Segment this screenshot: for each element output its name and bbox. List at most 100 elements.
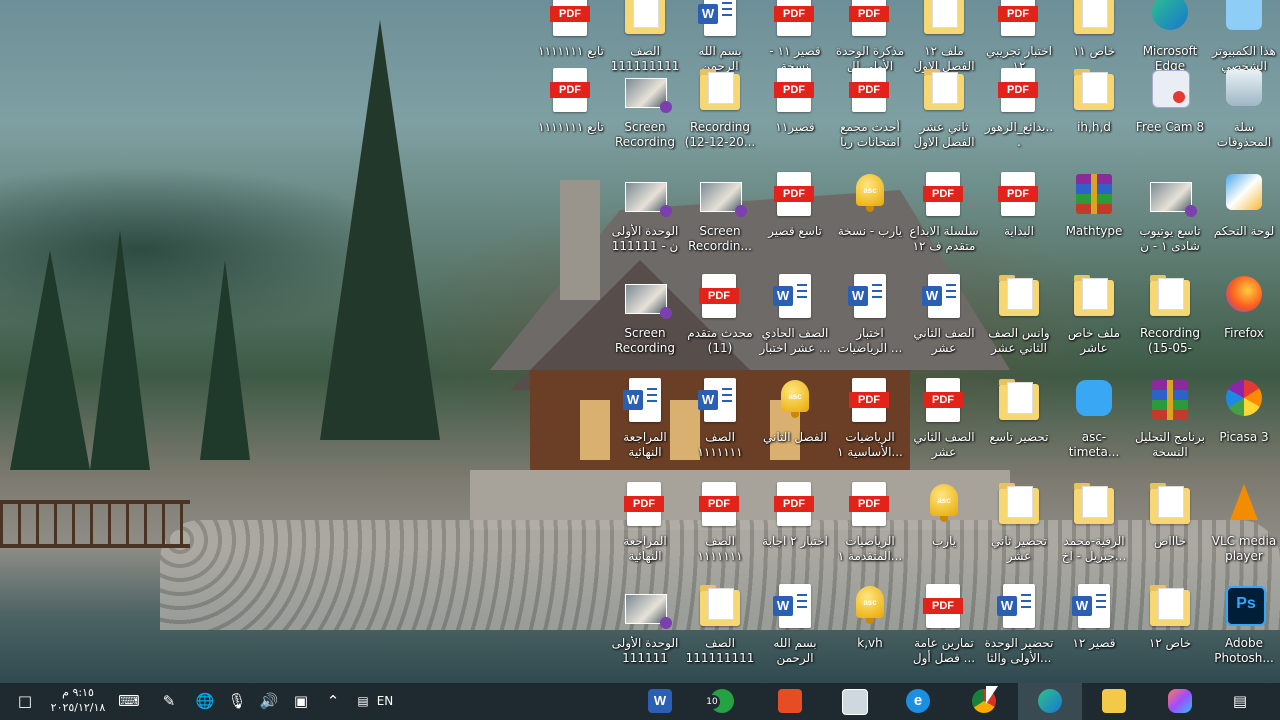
desktop-icon-c3r3[interactable]: ملف خاص عاشر — [1058, 270, 1130, 370]
pdf-icon: PDF — [699, 482, 740, 530]
word-icon: W — [623, 378, 665, 426]
globe-icon[interactable]: 🌐 — [192, 683, 218, 720]
keyboard-icon[interactable]: ⌨ — [116, 683, 142, 720]
desktop-icon-c2r5[interactable]: خاااص — [1134, 478, 1206, 578]
desktop-icon-c7r3[interactable]: W الصف الحادي عشر اختبار ... — [759, 270, 831, 370]
desktop-icon-c8r1[interactable]: Recording (12-12-20... — [684, 64, 756, 164]
whatsapp-badge: 10 — [704, 695, 720, 709]
desktop-icon-c3r6[interactable]: W قصير ١٢ — [1058, 580, 1130, 680]
chevron-up-icon[interactable]: ⌃ — [320, 683, 346, 720]
video-icon — [625, 68, 672, 116]
notification-icon[interactable]: □ — [10, 683, 40, 720]
folder-icon — [1074, 274, 1114, 322]
desktop-icon-c9r4[interactable]: W المراجعة النهائية — [609, 374, 681, 474]
desktop-icon-c3r4[interactable]: asc-timeta... — [1058, 374, 1130, 474]
desktop-icon-c6r5[interactable]: PDF الرياضيات المتقدمة ١... — [834, 478, 906, 578]
desktop-icon-c4r1[interactable]: PDF بدائع_الزهور... — [983, 64, 1055, 164]
pdf-icon: PDF — [550, 68, 591, 116]
desktop-icon-c5r1[interactable]: ثاني عشر الفصل الاول — [908, 64, 980, 164]
desktop-icon-label: تابع ١١١١١١١ — [538, 120, 604, 134]
desktop-icon-c4r2[interactable]: PDF البداية — [983, 168, 1055, 268]
desktop-icon-c1r2[interactable]: لوحة التحكم — [1208, 168, 1280, 268]
desktop-icon-c1r4[interactable]: Picasa 3 — [1208, 374, 1280, 474]
desktop-icon-c4r4[interactable]: تحضير تاسع — [983, 374, 1055, 474]
desktop-icon-c2r4[interactable]: برنامج التحليل النسخة الأخيرة — [1134, 374, 1206, 474]
desktop-icon-c6r1[interactable]: PDF أحدث مجمع امتحانات ريا ... — [834, 64, 906, 164]
desktop[interactable]: هذا الكمبيوتر الشخصي سلة المحذوفات لوحة ال… — [0, 0, 1280, 683]
desktop-icon-c5r5[interactable]: asc يارب — [908, 478, 980, 578]
desktop-icon-label: ثاني عشر الفصل الاول — [913, 120, 975, 149]
desktop-icon-c8r3[interactable]: PDF محدث متقدم (11) — [684, 270, 756, 370]
bell-icon: asc — [850, 584, 890, 632]
desktop-icon-c9r6[interactable]: الوحدة الأولى 111111 — [609, 580, 681, 680]
desktop-icon-c4r6[interactable]: W تحضير الوحدة الأولى والثا... — [983, 580, 1055, 680]
desktop-icon-c6r6[interactable]: asc k,vh — [834, 580, 906, 680]
desktop-icon-c1r6[interactable]: Ps Adobe Photosh... — [1208, 580, 1280, 680]
desktop-icon-label: محدث متقدم (11) — [687, 326, 753, 355]
task-view-icon[interactable]: ▤ — [1226, 683, 1254, 720]
desktop-icon-c9r1[interactable]: Screen Recording ... — [609, 64, 681, 164]
video-icon — [700, 172, 747, 220]
desktop-icon-c7r2[interactable]: PDF تاسع قصير — [759, 168, 831, 268]
whatsapp-taskbar-icon[interactable]: 10 — [704, 689, 734, 713]
clock[interactable]: ٩:١٥ م ٢٠٢٥/١٢/١٨ — [44, 685, 112, 715]
desktop-icon-c6r4[interactable]: PDF الرياضيات الأساسية ١... — [834, 374, 906, 474]
desktop-icon-c2r3[interactable]: Recording (15-05-202... — [1134, 270, 1206, 370]
ime-icon[interactable]: ▤ — [352, 683, 374, 720]
window-taskbar-icon[interactable] — [842, 689, 868, 715]
folder-icon — [700, 68, 740, 116]
desktop-icon-c1r3[interactable]: Firefox — [1208, 270, 1280, 370]
edge-taskbar-active[interactable] — [1018, 683, 1082, 720]
desktop-icon-c2r1[interactable]: Free Cam 8 — [1134, 64, 1206, 164]
microphone-icon[interactable]: 🎙 — [224, 683, 250, 720]
desktop-icon-c10r1[interactable]: PDF تابع ١١١١١١١ — [535, 64, 607, 164]
word-icon: W — [773, 584, 815, 632]
desktop-icon-c7r4[interactable]: asc الفصل الثاني — [759, 374, 831, 474]
file-explorer-taskbar-icon[interactable] — [1102, 689, 1126, 713]
desktop-icon-c8r4[interactable]: W الصف ١١١١١١١ — [684, 374, 756, 474]
desktop-icon-label: Mathtype — [1065, 224, 1123, 238]
desktop-icon-c8r5[interactable]: PDF الصف ١١١١١١١ — [684, 478, 756, 578]
word-taskbar-icon[interactable]: W — [648, 689, 672, 713]
language-indicator[interactable]: EN — [374, 683, 396, 720]
battery-icon[interactable]: ▣ — [288, 683, 314, 720]
desktop-icon-label: تاسع قصير — [768, 224, 822, 238]
pen-icon[interactable]: ✎ — [156, 683, 182, 720]
folder-icon — [999, 482, 1039, 530]
desktop-icon-c7r5[interactable]: PDF اختبار ٢ اجابة — [759, 478, 831, 578]
desktop-icon-c4r5[interactable]: تحضير ثاني عشر — [983, 478, 1055, 578]
desktop-icon-c2r6[interactable]: خاص ١٢ — [1134, 580, 1206, 680]
desktop-icon-c7r1[interactable]: PDF قصير١١ — [759, 64, 831, 164]
app-taskbar-icon[interactable] — [778, 689, 802, 713]
desktop-icon-c9r2[interactable]: الوحدة الأولى ن - 111111 — [609, 168, 681, 268]
desktop-icon-c4r3[interactable]: وانس الصف الثاني عشر — [983, 270, 1055, 370]
desktop-icon-c9r5[interactable]: PDF المراجعة النهائية — [609, 478, 681, 578]
desktop-icon-c9r3[interactable]: Screen Recording ... — [609, 270, 681, 370]
pdf-icon: PDF — [923, 378, 964, 426]
video-icon — [1150, 172, 1197, 220]
desktop-icon-c6r3[interactable]: W اختبار الرياضيات ... — [834, 270, 906, 370]
desktop-icon-c5r6[interactable]: PDF تمارين عامة فصل أول ... — [908, 580, 980, 680]
desktop-icon-c3r5[interactable]: الرقية-محمد جبريل - اخ... — [1058, 478, 1130, 578]
copilot-taskbar-icon[interactable] — [1168, 689, 1192, 713]
desktop-icon-c2r2[interactable]: تاسع يوتيوب شادى ١ - ن — [1134, 168, 1206, 268]
desktop-icon-label: ملف خاص عاشر — [1067, 326, 1121, 355]
desktop-icon-c1r5[interactable]: VLC media player — [1208, 478, 1280, 578]
recycle-icon — [1224, 68, 1264, 116]
pdf-icon: PDF — [774, 172, 815, 220]
desktop-icon-c6r2[interactable]: asc يارب - نسخة — [834, 168, 906, 268]
desktop-icon-label: سلة المحذوفات — [1216, 120, 1272, 149]
pdf-icon: PDF — [998, 0, 1039, 40]
desktop-icon-c7r6[interactable]: W بسم الله الرحمن الرحيم — [759, 580, 831, 680]
desktop-icon-c5r2[interactable]: PDF سلسلة الابداع متقدم ف ١٢ — [908, 168, 980, 268]
desktop-icon-c3r1[interactable]: ih,h,d — [1058, 64, 1130, 164]
desktop-icon-c5r4[interactable]: PDF الصف الثاني عشر — [908, 374, 980, 474]
folder-icon — [1074, 482, 1114, 530]
desktop-icon-c8r2[interactable]: Screen Recordin... — [684, 168, 756, 268]
desktop-icon-c5r3[interactable]: W الصف الثاني عشر — [908, 270, 980, 370]
internet-explorer-taskbar-icon[interactable]: e — [906, 689, 930, 713]
desktop-icon-c1r1[interactable]: سلة المحذوفات — [1208, 64, 1280, 164]
speaker-icon[interactable]: 🔊 — [256, 683, 282, 720]
desktop-icon-c3r2[interactable]: Mathtype — [1058, 168, 1130, 268]
desktop-icon-c8r6[interactable]: الصف 1111111111... — [684, 580, 756, 680]
